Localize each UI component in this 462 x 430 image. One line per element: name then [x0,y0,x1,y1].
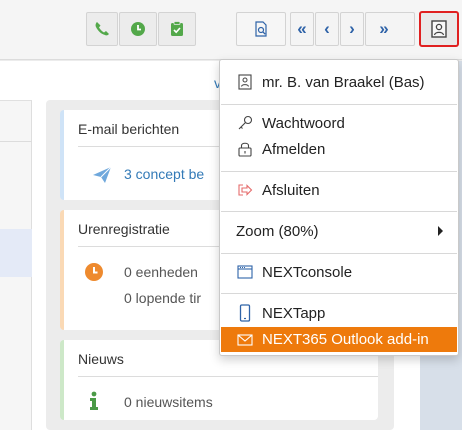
menu-item-close[interactable]: Afsluiten [221,178,457,202]
clock-icon [131,22,145,36]
clock-button[interactable] [119,12,157,46]
time-widget-title: Urenregistratie [78,221,170,237]
menu-item-logout[interactable]: Afmelden [221,137,457,161]
lock-icon [236,140,254,158]
user-card-icon [431,20,447,38]
menu-divider [221,293,457,294]
clipboard-icon [171,21,183,36]
user-card-icon [236,73,254,91]
menu-divider [221,211,457,212]
email-widget-title: E-mail berichten [78,121,180,137]
left-panel-divider [0,141,32,142]
menu-item-label: mr. B. van Braakel (Bas) [262,73,425,91]
info-icon [88,391,100,416]
menu-item-label: NEXTconsole [262,263,353,281]
left-panel-selected-row[interactable] [0,229,32,277]
menu-item-zoom[interactable]: Zoom (80%) [221,219,457,243]
menu-item-label: NEXTapp [262,304,326,322]
last-button[interactable]: » [365,12,415,46]
menu-item-label: Afsluiten [262,181,320,199]
left-panel [0,100,32,430]
menu-divider [221,171,457,172]
key-icon [236,114,254,132]
menu-item-label: Zoom (80%) [236,222,319,240]
next-button[interactable]: › [340,12,364,46]
news-widget-title: Nieuws [78,351,124,367]
submenu-caret-icon [438,226,443,236]
news-count-text: 0 nieuwsitems [124,394,213,410]
menu-divider [221,253,457,254]
console-window-icon [236,263,254,281]
first-label: « [297,19,307,38]
email-concepts-link[interactable]: 3 concept be [124,166,204,182]
sign-out-icon [236,181,254,199]
menu-item-nextconsole[interactable]: NEXTconsole [221,260,457,284]
print-preview-icon [255,21,267,37]
menu-item-nextapp[interactable]: NEXTapp [221,301,457,325]
menu-item-label: Afmelden [262,140,326,158]
mobile-phone-icon [236,304,254,322]
first-button[interactable]: « [290,12,314,46]
menu-item-label: Wachtwoord [262,114,345,132]
user-dropdown-menu: mr. B. van Braakel (Bas) Wachtwoord Afme… [219,59,459,356]
prev-label: ‹ [324,19,330,38]
time-running-text: 0 lopende tir [124,290,202,306]
next-label: › [349,19,355,38]
clipboard-button[interactable] [158,12,196,46]
menu-item-outlook-addin[interactable]: NEXT365 Outlook add-in [221,327,457,352]
phone-icon [95,22,109,36]
user-menu-button[interactable] [419,11,459,47]
toolbar: « ‹ › » [0,0,462,60]
prev-button[interactable]: ‹ [315,12,339,46]
envelope-icon [236,331,254,349]
send-icon [92,166,112,189]
phone-button[interactable] [86,12,118,46]
last-label: » [379,19,389,38]
clock-icon [84,262,104,287]
menu-item-password[interactable]: Wachtwoord [221,111,457,135]
menu-divider [221,104,457,105]
menu-item-label: NEXT365 Outlook add-in [262,331,429,348]
print-preview-button[interactable] [236,12,286,46]
time-units-text: 0 eenheden [124,264,198,280]
menu-item-user-profile[interactable]: mr. B. van Braakel (Bas) [221,70,457,94]
news-widget-divider [78,376,378,377]
